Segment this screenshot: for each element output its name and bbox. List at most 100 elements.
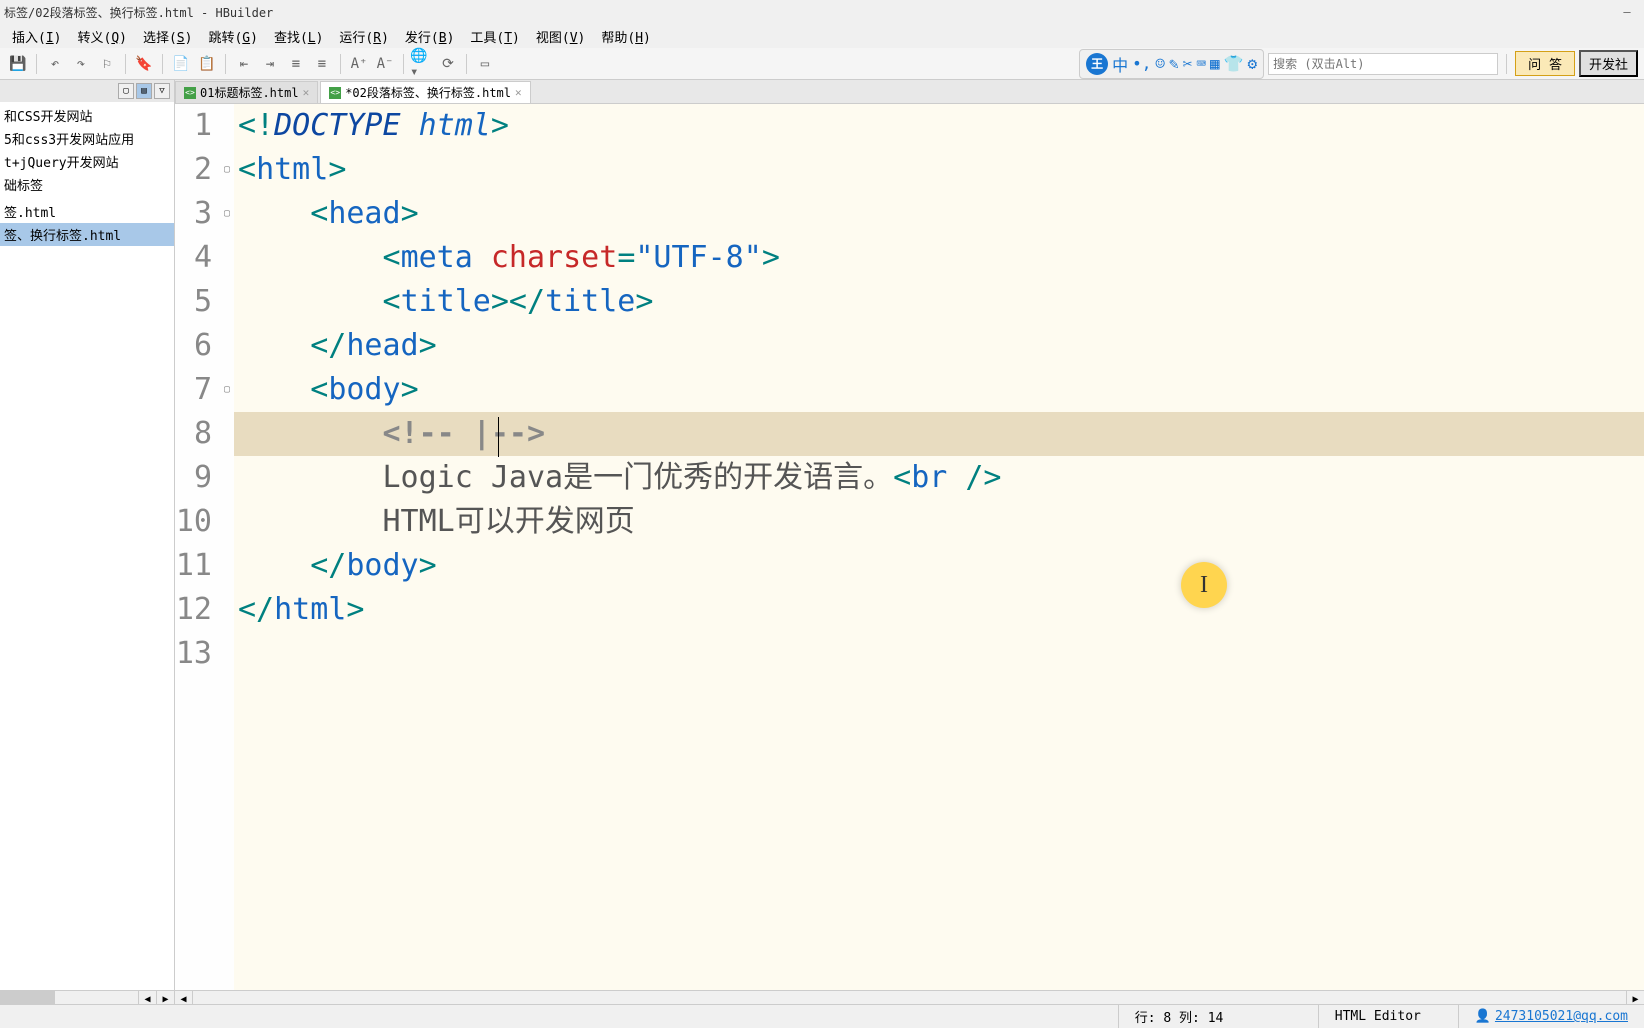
- tree-item[interactable]: 5和css3开发网站应用: [0, 127, 174, 150]
- ask-button[interactable]: 问 答: [1515, 51, 1575, 76]
- ime-lang-icon[interactable]: 中: [1112, 52, 1128, 76]
- ime-main-icon[interactable]: 王: [1086, 53, 1108, 75]
- ime-keyboard-icon[interactable]: ⌨: [1196, 54, 1206, 73]
- align-left-icon[interactable]: ≡: [284, 52, 308, 76]
- code-line[interactable]: </head>: [234, 324, 1644, 368]
- separator: [340, 54, 341, 74]
- refresh-icon[interactable]: ⟳: [436, 52, 460, 76]
- ime-cut-icon[interactable]: ✂: [1183, 54, 1193, 73]
- fold-gutter[interactable]: ▢▢▢: [220, 104, 234, 990]
- fold-toggle-icon[interactable]: ▢: [220, 192, 234, 236]
- dev-button[interactable]: 开发社: [1579, 50, 1638, 77]
- user-account[interactable]: 👤 2473105021@qq.com: [1458, 1005, 1644, 1028]
- menu-item[interactable]: 工具(T): [462, 25, 527, 48]
- editor-tab[interactable]: <>01标题标签.html✕: [175, 81, 318, 103]
- tree-item[interactable]: 和CSS开发网站: [0, 104, 174, 127]
- ime-punct-icon[interactable]: •,: [1132, 54, 1151, 73]
- menu-item[interactable]: 转义(Q): [69, 25, 134, 48]
- ime-gear-icon[interactable]: ⚙: [1248, 54, 1258, 73]
- tree-item[interactable]: t+jQuery开发网站: [0, 150, 174, 173]
- code-line[interactable]: [234, 632, 1644, 676]
- indent-icon[interactable]: ⇥: [258, 52, 282, 76]
- menu-item[interactable]: 发行(B): [397, 25, 462, 48]
- file-tree: 和CSS开发网站5和css3开发网站应用t+jQuery开发网站础标签签.htm…: [0, 102, 174, 990]
- redo-icon[interactable]: ↷: [69, 52, 93, 76]
- ime-emoji-icon[interactable]: ☺: [1155, 54, 1165, 73]
- cursor-position: 行: 8 列: 14: [1118, 1005, 1318, 1028]
- separator: [403, 54, 404, 74]
- ime-edit-icon[interactable]: ✎: [1169, 54, 1179, 73]
- titlebar: 标签/02段落标签、换行标签.html - HBuilder —: [0, 0, 1644, 24]
- fold-toggle-icon[interactable]: ▢: [220, 368, 234, 412]
- code-editor[interactable]: 12345678910111213 ▢▢▢ <!DOCTYPE html><ht…: [175, 104, 1644, 990]
- user-link[interactable]: 2473105021@qq.com: [1495, 1009, 1628, 1024]
- sidebar-view1-icon[interactable]: ▢: [118, 83, 134, 99]
- device-icon[interactable]: ▭: [473, 52, 497, 76]
- editor-type: HTML Editor: [1318, 1005, 1458, 1028]
- menu-item[interactable]: 视图(V): [528, 25, 593, 48]
- tree-item[interactable]: 签.html: [0, 200, 174, 223]
- fold-toggle-icon: [220, 632, 234, 676]
- code-line[interactable]: </html>: [234, 588, 1644, 632]
- ime-widget[interactable]: 王 中 •, ☺ ✎ ✂ ⌨ ▦ 👕 ⚙: [1079, 49, 1264, 79]
- tab-bar: <>01标题标签.html✕<>*02段落标签、换行标签.html✕: [175, 80, 1644, 104]
- tab-label: 01标题标签.html: [200, 84, 299, 101]
- window-title: 标签/02段落标签、换行标签.html - HBuilder: [4, 4, 273, 21]
- menu-item[interactable]: 跳转(G): [200, 25, 265, 48]
- cursor-highlight-icon: I: [1181, 562, 1227, 608]
- html-file-icon: <>: [329, 87, 341, 99]
- fold-toggle-icon[interactable]: ▢: [220, 148, 234, 192]
- statusbar: 行: 8 列: 14 HTML Editor 👤 2473105021@qq.c…: [0, 1004, 1644, 1028]
- save-icon[interactable]: 💾: [6, 52, 30, 76]
- editor-tab[interactable]: <> *02段落标签、换行标签.html ✕: [320, 81, 530, 103]
- browser-icon[interactable]: 🌐▾: [410, 52, 434, 76]
- copy-icon[interactable]: 📋: [195, 52, 219, 76]
- tab-close-icon[interactable]: ✕: [515, 86, 522, 99]
- code-line[interactable]: Logic Java是一门优秀的开发语言。<br />: [234, 456, 1644, 500]
- undo-icon[interactable]: ↶: [43, 52, 67, 76]
- tab-label: *02段落标签、换行标签.html: [345, 84, 511, 101]
- sidebar-view3-icon[interactable]: ▽: [154, 83, 170, 99]
- code-line[interactable]: <html>: [234, 148, 1644, 192]
- new-file-icon[interactable]: 📄: [169, 52, 193, 76]
- format-icon[interactable]: ⚐: [95, 52, 119, 76]
- line-gutter: 12345678910111213: [175, 104, 220, 990]
- text-cursor: [498, 417, 499, 457]
- code-line[interactable]: <meta charset="UTF-8">: [234, 236, 1644, 280]
- menu-item[interactable]: 查找(L): [266, 25, 331, 48]
- font-decrease-icon[interactable]: A⁻: [373, 52, 397, 76]
- align-right-icon[interactable]: ≡: [310, 52, 334, 76]
- separator: [1506, 54, 1507, 74]
- outdent-icon[interactable]: ⇤: [232, 52, 256, 76]
- tree-item[interactable]: 础标签: [0, 173, 174, 196]
- code-content[interactable]: <!DOCTYPE html><html> <head> <meta chars…: [234, 104, 1644, 990]
- code-line[interactable]: </body>: [234, 544, 1644, 588]
- separator: [162, 54, 163, 74]
- toolbar: 💾 ↶ ↷ ⚐ 🔖 📄 📋 ⇤ ⇥ ≡ ≡ A⁺ A⁻ 🌐▾ ⟳ ▭ 王 中 •…: [0, 48, 1644, 80]
- sidebar-header: ▢ ▤ ▽: [0, 80, 174, 102]
- separator: [36, 54, 37, 74]
- menu-item[interactable]: 插入(I): [4, 25, 69, 48]
- font-increase-icon[interactable]: A⁺: [347, 52, 371, 76]
- tree-item[interactable]: 签、换行标签.html: [0, 223, 174, 246]
- code-line[interactable]: <title></title>: [234, 280, 1644, 324]
- code-line[interactable]: <!-- |-->: [234, 412, 1644, 456]
- fold-toggle-icon: [220, 412, 234, 456]
- fold-toggle-icon: [220, 280, 234, 324]
- ime-skin-icon[interactable]: 👕: [1224, 54, 1244, 73]
- sidebar-view2-icon[interactable]: ▤: [136, 83, 152, 99]
- tab-close-icon[interactable]: ✕: [303, 86, 310, 99]
- code-line[interactable]: <body>: [234, 368, 1644, 412]
- menu-item[interactable]: 帮助(H): [593, 25, 658, 48]
- menu-item[interactable]: 运行(R): [331, 25, 396, 48]
- ime-grid-icon[interactable]: ▦: [1210, 54, 1220, 73]
- fold-toggle-icon: [220, 456, 234, 500]
- code-line[interactable]: <head>: [234, 192, 1644, 236]
- fold-toggle-icon: [220, 324, 234, 368]
- code-line[interactable]: HTML可以开发网页: [234, 500, 1644, 544]
- menu-item[interactable]: 选择(S): [135, 25, 200, 48]
- bookmark-icon[interactable]: 🔖: [132, 52, 156, 76]
- minimize-button[interactable]: —: [1618, 3, 1636, 21]
- search-input[interactable]: [1268, 53, 1498, 75]
- code-line[interactable]: <!DOCTYPE html>: [234, 104, 1644, 148]
